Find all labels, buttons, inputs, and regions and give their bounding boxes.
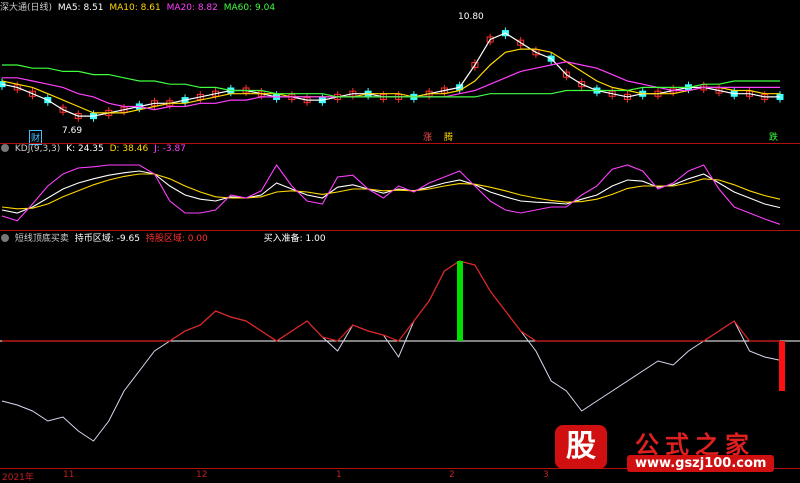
tencent-tag[interactable]: 腾 <box>443 130 454 143</box>
sell-signal-bar <box>457 261 463 341</box>
watermark-logo: 股 <box>555 425 607 469</box>
main-price-panel: 深大通(日线) MA5: 8.51 MA10: 8.61 MA20: 8.82 … <box>0 0 800 145</box>
rise-tag[interactable]: 涨 <box>422 130 433 143</box>
watermark: 股 公式之家 www.gszj100.com <box>555 425 795 475</box>
watermark-url: www.gszj100.com <box>627 455 775 472</box>
ma-line-ma5 <box>1 32 780 117</box>
axis-month-label: 2 <box>449 470 455 480</box>
buy-signal-bar <box>779 341 785 391</box>
kdj-chart[interactable] <box>0 144 800 230</box>
low-price-label: 7.69 <box>62 126 83 136</box>
axis-month-label: 11 <box>63 470 75 480</box>
axis-month-label: 3 <box>543 470 549 480</box>
ma-line-ma10 <box>1 48 780 114</box>
hold-stock-line <box>2 260 780 342</box>
hold-coin-line <box>1 260 781 442</box>
kdj-panel: KDJ(9,3,3) K: 24.35 D: 38.46 J: -3.87 <box>0 144 800 230</box>
axis-year-label: 2021年 <box>2 473 34 483</box>
high-price-label: 10.80 <box>458 12 484 22</box>
ma-line-ma20 <box>2 61 780 111</box>
price-chart[interactable] <box>0 0 800 143</box>
axis-month-label: 1 <box>336 470 342 480</box>
axis-month-label: 12 <box>196 470 208 480</box>
fall-tag[interactable]: 跌 <box>768 130 779 143</box>
